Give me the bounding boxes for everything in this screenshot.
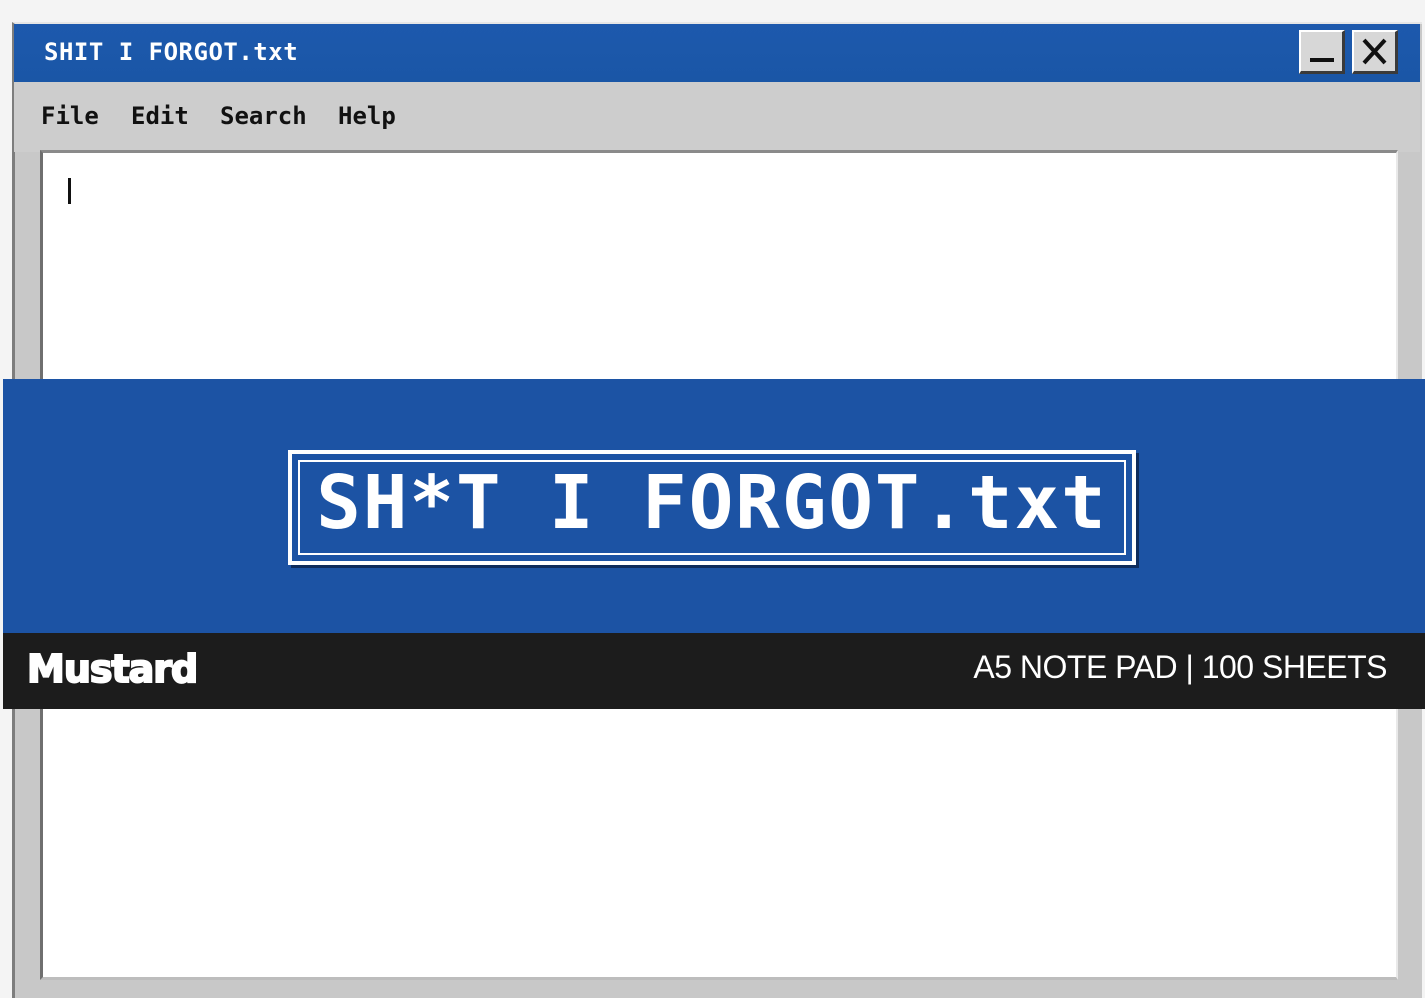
- text-cursor: [68, 178, 71, 204]
- menu-edit[interactable]: Edit: [131, 102, 189, 130]
- product-label-box: SH*T I FORGOT.txt: [288, 450, 1136, 565]
- menu-bar: File Edit Search Help: [14, 82, 1420, 152]
- notepad-cover: SHIT I FORGOT.txt File Edit Search Help …: [0, 0, 1425, 998]
- brand-logo: Mustard: [26, 646, 207, 693]
- brand-name: Mustard: [26, 646, 199, 692]
- product-label: SH*T I FORGOT.txt: [316, 460, 1108, 546]
- product-footer: Mustard A5 NOTE PAD | 100 SHEETS: [3, 633, 1425, 709]
- menu-help[interactable]: Help: [338, 102, 396, 130]
- minimize-button[interactable]: [1299, 30, 1345, 74]
- close-icon: [1362, 38, 1387, 65]
- menu-search[interactable]: Search: [220, 102, 307, 130]
- minimize-icon: [1310, 58, 1334, 62]
- window-title: SHIT I FORGOT.txt: [44, 38, 299, 66]
- brand-registered-mark: [188, 663, 196, 671]
- menu-file[interactable]: File: [41, 102, 99, 130]
- close-button[interactable]: [1352, 30, 1398, 74]
- product-spec: A5 NOTE PAD | 100 SHEETS: [973, 649, 1387, 685]
- title-bar[interactable]: SHIT I FORGOT.txt: [14, 24, 1420, 82]
